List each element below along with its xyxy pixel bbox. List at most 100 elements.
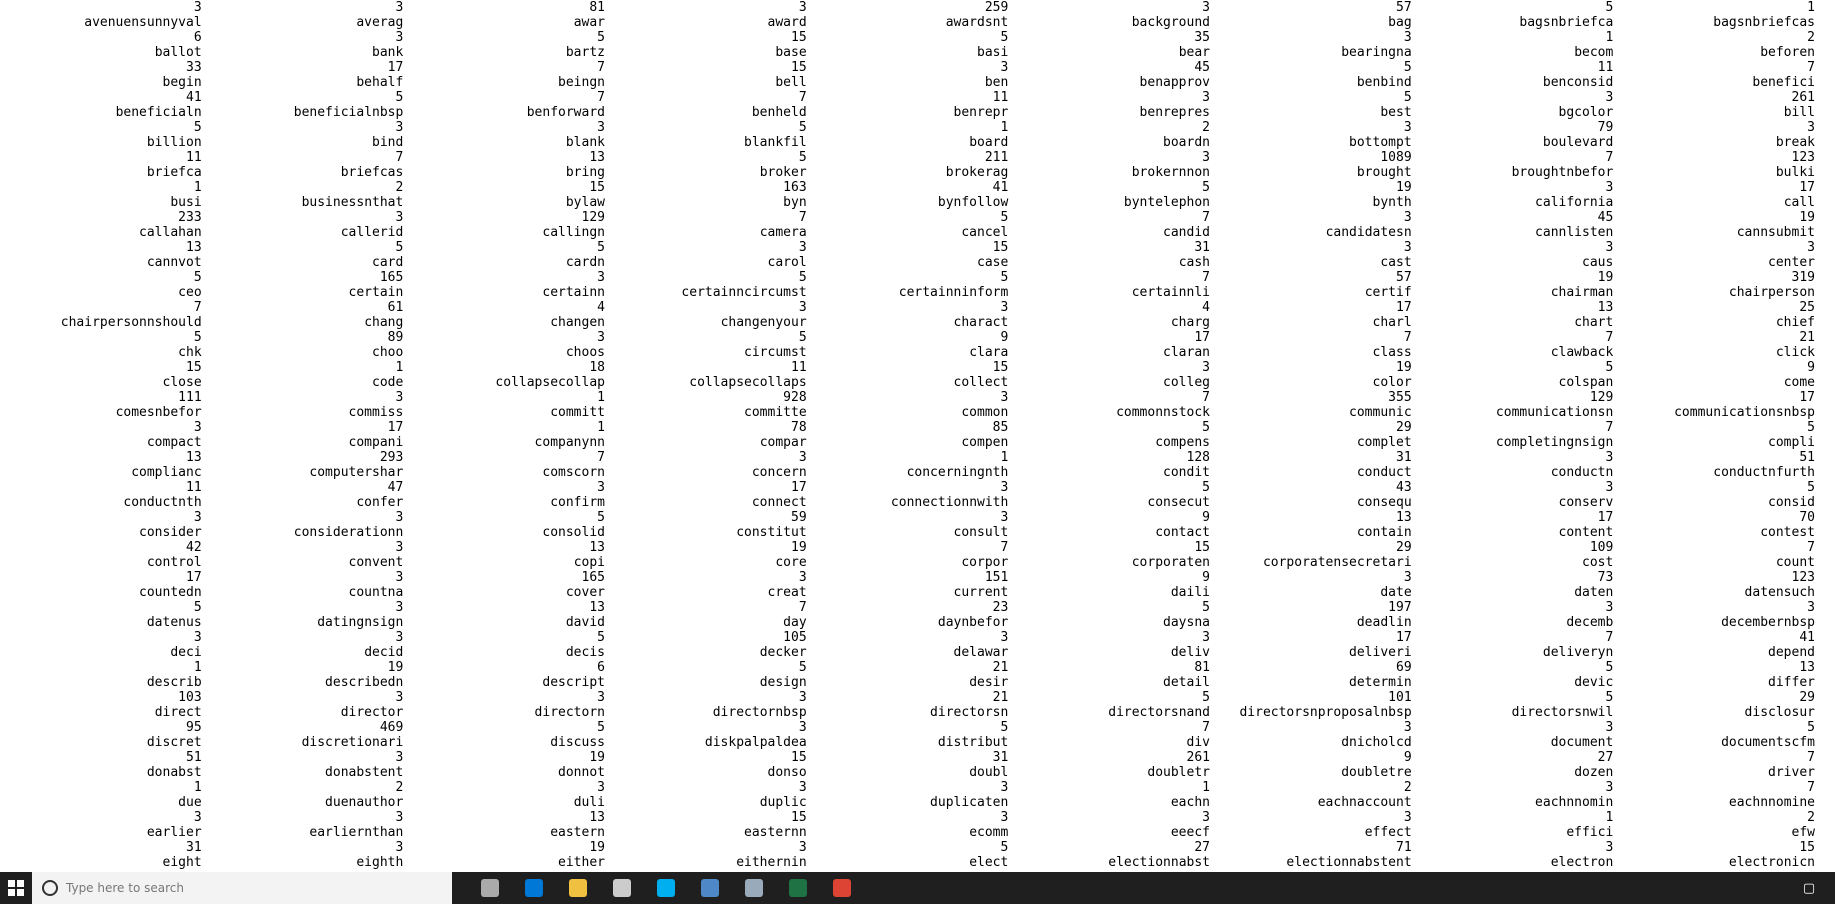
word-cell: bagsnbriefcas bbox=[1713, 15, 1815, 30]
word-cell: cost bbox=[1582, 555, 1614, 570]
skype-icon[interactable] bbox=[650, 872, 682, 904]
count-cell: 41 bbox=[186, 90, 202, 105]
rstudio-icon[interactable] bbox=[694, 872, 726, 904]
word-cell: contain bbox=[1356, 525, 1412, 540]
word-cell: eachnnomine bbox=[1728, 795, 1815, 810]
count-cell: 7 bbox=[193, 300, 202, 315]
count-cell: 15 bbox=[791, 750, 807, 765]
count-cell: 1 bbox=[193, 780, 202, 795]
word-cell: charl bbox=[1372, 315, 1412, 330]
word-cell: bind bbox=[372, 135, 404, 150]
count-cell: 29 bbox=[1396, 420, 1412, 435]
count-cell: 3 bbox=[1403, 240, 1412, 255]
word-cell: bell bbox=[775, 75, 807, 90]
word-cell: conductnfurth bbox=[1713, 465, 1815, 480]
count-cell: 42 bbox=[186, 540, 202, 555]
word-cell: consider bbox=[139, 525, 202, 540]
count-cell: 3 bbox=[395, 810, 404, 825]
word-cell: behalf bbox=[356, 75, 404, 90]
word-cell: candidatesn bbox=[1325, 225, 1412, 240]
word-cell: donnot bbox=[558, 765, 605, 780]
word-cell: director bbox=[340, 705, 404, 720]
word-cell: decis bbox=[565, 645, 605, 660]
word-cell: collapsecollaps bbox=[689, 375, 807, 390]
word-cell: decemb bbox=[1566, 615, 1614, 630]
count-cell: 3 bbox=[395, 510, 404, 525]
count-cell: 57 bbox=[1396, 270, 1412, 285]
count-cell: 15 bbox=[1194, 540, 1210, 555]
word-cell: byntelephon bbox=[1123, 195, 1210, 210]
count-cell: 9 bbox=[1807, 360, 1815, 375]
word-cell: bartz bbox=[565, 45, 605, 60]
word-cell: contact bbox=[1155, 525, 1210, 540]
count-cell: 5 bbox=[1605, 690, 1614, 705]
count-cell: 3 bbox=[1605, 600, 1614, 615]
count-cell: 13 bbox=[1799, 660, 1815, 675]
word-cell: discret bbox=[146, 735, 202, 750]
file-explorer-icon[interactable] bbox=[562, 872, 594, 904]
count-cell: 7 bbox=[1807, 780, 1815, 795]
count-cell: 15 bbox=[589, 180, 605, 195]
word-cell: chk bbox=[178, 345, 202, 360]
word-cell: document bbox=[1550, 735, 1614, 750]
count-cell: 2 bbox=[395, 180, 404, 195]
excel-icon[interactable] bbox=[782, 872, 814, 904]
count-cell: 7 bbox=[1807, 750, 1815, 765]
word-cell: beforen bbox=[1760, 45, 1815, 60]
count-cell: 45 bbox=[1194, 60, 1210, 75]
count-cell: 69 bbox=[1396, 660, 1412, 675]
edge-browser-icon[interactable] bbox=[518, 872, 550, 904]
word-cell: eighth bbox=[356, 855, 404, 870]
word-cell: certainncircumst bbox=[681, 285, 807, 300]
count-cell: 3 bbox=[798, 240, 807, 255]
task-view-icon[interactable] bbox=[474, 872, 506, 904]
notification-icon[interactable]: ▢ bbox=[1793, 872, 1825, 904]
word-cell: considerationn bbox=[293, 525, 404, 540]
count-cell: 15 bbox=[791, 60, 807, 75]
word-cell: eight bbox=[162, 855, 202, 870]
word-cell: colspan bbox=[1558, 375, 1614, 390]
word-cell: common bbox=[961, 405, 1009, 420]
count-cell: 3 bbox=[798, 450, 807, 465]
count-cell: 3 bbox=[1000, 300, 1009, 315]
count-cell: 47 bbox=[387, 480, 404, 495]
count-cell: 15 bbox=[1799, 840, 1815, 855]
count-cell: 19 bbox=[1597, 270, 1614, 285]
count-cell: 3 bbox=[1403, 120, 1412, 135]
taskbar-search-box[interactable]: Type here to search bbox=[32, 872, 452, 904]
word-cell: complet bbox=[1356, 435, 1412, 450]
count-cell: 18 bbox=[589, 360, 605, 375]
word-cell: chairman bbox=[1550, 285, 1614, 300]
word-cell: callerid bbox=[340, 225, 404, 240]
word-cell: effect bbox=[1364, 825, 1412, 840]
chrome-icon[interactable] bbox=[826, 872, 858, 904]
word-cell: donabstent bbox=[325, 765, 404, 780]
count-cell: 1 bbox=[395, 360, 404, 375]
count-cell: 3 bbox=[597, 690, 605, 705]
windows-start-button[interactable] bbox=[0, 872, 32, 904]
count-cell: 2 bbox=[1807, 30, 1815, 45]
count-cell: 13 bbox=[1396, 510, 1412, 525]
word-cell: certainnli bbox=[1131, 285, 1210, 300]
count-cell: 9 bbox=[1000, 330, 1009, 345]
word-cell: commiss bbox=[348, 405, 404, 420]
count-cell: 3 bbox=[597, 480, 605, 495]
word-cell: certif bbox=[1364, 285, 1412, 300]
count-cell: 19 bbox=[589, 750, 605, 765]
count-cell: 7 bbox=[798, 600, 807, 615]
store-icon[interactable] bbox=[606, 872, 638, 904]
word-cell: electronicn bbox=[1728, 855, 1815, 870]
count-cell: 3 bbox=[1807, 600, 1815, 615]
word-cell: consult bbox=[953, 525, 1009, 540]
word-cell: awar bbox=[573, 15, 605, 30]
word-cell: directorsnproposalnbsp bbox=[1239, 705, 1412, 720]
image-viewer-icon[interactable] bbox=[738, 872, 770, 904]
word-cell: compens bbox=[1155, 435, 1210, 450]
word-cell: donabst bbox=[146, 765, 202, 780]
word-cell: duplic bbox=[759, 795, 807, 810]
word-cell: efw bbox=[1791, 825, 1815, 840]
word-cell: brokernnon bbox=[1131, 165, 1210, 180]
count-cell: 123 bbox=[1791, 570, 1815, 585]
word-cell: bagsnbriefca bbox=[1519, 15, 1614, 30]
count-cell: 1 bbox=[1000, 450, 1009, 465]
